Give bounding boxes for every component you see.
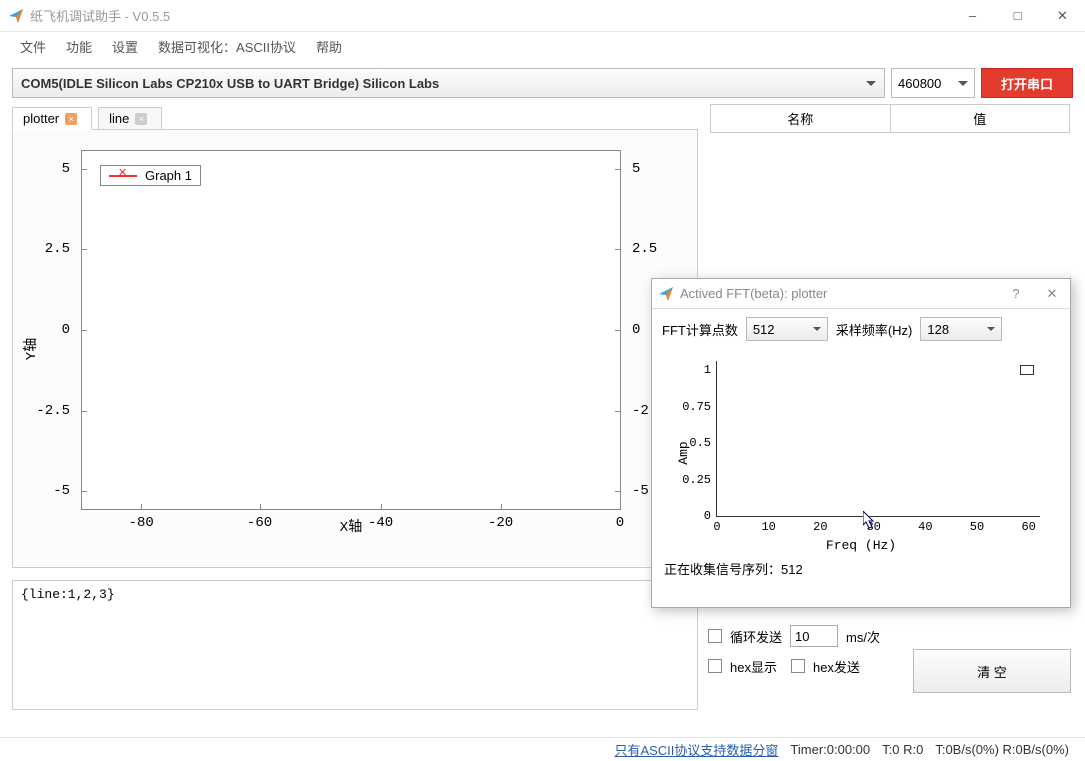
legend: Graph 1: [100, 165, 201, 186]
send-controls: 循环发送 ms/次 hex显示 hex发送 清 空: [700, 621, 1075, 681]
fft-points-select[interactable]: 512: [746, 317, 828, 341]
plot-panel: Y轴 Graph 1 5 2.5 0 -2.5 -5 5 2.5 0 -2.5 …: [12, 130, 698, 568]
fft-xtick: 40: [918, 520, 932, 534]
ytick-right: -5: [632, 483, 649, 499]
send-input[interactable]: {line:1,2,3}: [12, 580, 698, 710]
xtick: -80: [129, 515, 154, 531]
ytick: 2.5: [45, 241, 70, 257]
tab-close-icon[interactable]: ×: [65, 113, 77, 125]
y-axis-label: Y轴: [20, 337, 40, 359]
ytick-right: 5: [632, 161, 640, 177]
xtick: -60: [247, 515, 272, 531]
app-icon: [658, 286, 674, 302]
tab-close-icon[interactable]: ×: [135, 113, 147, 125]
fft-samplerate-label: 采样频率(Hz): [836, 320, 913, 339]
baud-rate-select[interactable]: 460800: [891, 68, 975, 98]
fft-params: FFT计算点数 512 采样频率(Hz) 128: [652, 309, 1070, 349]
fft-status-prefix: 正在收集信号序列：: [664, 562, 781, 577]
fft-xtick: 30: [866, 520, 880, 534]
column-header-name: 名称: [711, 105, 891, 132]
maximize-button[interactable]: □: [995, 0, 1040, 32]
menu-help[interactable]: 帮助: [308, 35, 350, 58]
legend-swatch-icon: [109, 175, 137, 177]
fft-points-label: FFT计算点数: [662, 320, 738, 339]
titlebar: 纸飞机调试助手 - V0.5.5 – □ ✕: [0, 0, 1085, 32]
fft-xtick: 60: [1021, 520, 1035, 534]
minimize-button[interactable]: –: [950, 0, 995, 32]
hex-show-checkbox[interactable]: [708, 659, 722, 673]
fft-ytick: 1: [704, 363, 711, 377]
hex-send-label: hex发送: [813, 657, 860, 676]
tab-plotter[interactable]: plotter ×: [12, 107, 92, 130]
fft-samplerate-select[interactable]: 128: [920, 317, 1002, 341]
connection-toolbar: COM5(IDLE Silicon Labs CP210x USB to UAR…: [0, 60, 1085, 104]
loop-send-checkbox[interactable]: [708, 629, 722, 643]
fft-titlebar[interactable]: Actived FFT(beta): plotter ? ✕: [652, 279, 1070, 309]
com-port-select[interactable]: COM5(IDLE Silicon Labs CP210x USB to UAR…: [12, 68, 885, 98]
x-axis-label: X轴: [81, 516, 621, 536]
fft-xtick: 0: [713, 520, 720, 534]
fft-legend-icon: [1020, 365, 1034, 375]
menu-settings[interactable]: 设置: [104, 35, 146, 58]
fft-status: 正在收集信号序列：512: [652, 553, 1070, 584]
hex-show-label: hex显示: [730, 657, 777, 676]
xtick: 0: [616, 515, 624, 531]
interval-unit-label: ms/次: [846, 627, 880, 646]
menu-file[interactable]: 文件: [12, 35, 54, 58]
app-icon: [8, 8, 24, 24]
window-title: 纸飞机调试助手 - V0.5.5: [30, 6, 950, 25]
help-button[interactable]: ?: [998, 279, 1034, 309]
xtick: -40: [368, 515, 393, 531]
open-port-button[interactable]: 打开串口: [981, 68, 1073, 98]
column-header-value: 值: [891, 105, 1070, 132]
status-timer: Timer:0:00:00: [790, 742, 870, 757]
tab-label: plotter: [23, 111, 59, 126]
menu-visualization[interactable]: 数据可视化：ASCII协议: [150, 35, 304, 58]
ytick: -5: [53, 483, 70, 499]
legend-label: Graph 1: [145, 168, 192, 183]
fft-axes: 1 0.75 0.5 0.25 0 0 10 20 30 40 50 60: [716, 361, 1040, 517]
tab-line[interactable]: line ×: [98, 107, 162, 130]
plot-tabs: plotter × line ×: [12, 104, 698, 130]
ytick: -2.5: [36, 403, 70, 419]
clear-button[interactable]: 清 空: [913, 649, 1071, 693]
fft-ytick: 0: [704, 509, 711, 523]
interval-input[interactable]: [790, 625, 838, 647]
fft-plot[interactable]: Amp 1 0.75 0.5 0.25 0 0 10 20 30 40 50 6…: [664, 353, 1058, 553]
ytick-right: 0: [632, 322, 640, 338]
side-panel: 名称 值: [710, 104, 1070, 133]
tab-label: line: [109, 111, 129, 126]
fft-dialog: Actived FFT(beta): plotter ? ✕ FFT计算点数 5…: [651, 278, 1071, 608]
menubar: 文件 功能 设置 数据可视化：ASCII协议 帮助: [0, 32, 1085, 60]
menu-function[interactable]: 功能: [58, 35, 100, 58]
statusbar: 只有ASCII协议支持数据分窗 Timer:0:00:00 T:0 R:0 T:…: [0, 737, 1085, 761]
fft-ytick: 0.75: [682, 400, 711, 414]
fft-ytick: 0.5: [689, 436, 711, 450]
status-rate: T:0B/s(0%) R:0B/s(0%): [935, 742, 1069, 757]
fft-status-value: 512: [781, 562, 803, 577]
ytick: 5: [62, 161, 70, 177]
fft-ytick: 0.25: [682, 473, 711, 487]
status-link[interactable]: 只有ASCII协议支持数据分窗: [614, 740, 778, 759]
loop-send-label: 循环发送: [730, 627, 782, 646]
fft-xtick: 10: [761, 520, 775, 534]
fft-title: Actived FFT(beta): plotter: [680, 286, 998, 301]
ytick: 0: [62, 322, 70, 338]
plot-area[interactable]: Graph 1 5 2.5 0 -2.5 -5 5 2.5 0 -2.5 -5: [81, 150, 621, 510]
hex-send-checkbox[interactable]: [791, 659, 805, 673]
fft-xtick: 50: [970, 520, 984, 534]
fft-xtick: 20: [813, 520, 827, 534]
status-txrx: T:0 R:0: [882, 742, 923, 757]
close-button[interactable]: ✕: [1040, 0, 1085, 32]
fft-x-axis-label: Freq (Hz): [664, 538, 1058, 553]
ytick-right: 2.5: [632, 241, 657, 257]
close-button[interactable]: ✕: [1034, 279, 1070, 309]
xtick: -20: [488, 515, 513, 531]
